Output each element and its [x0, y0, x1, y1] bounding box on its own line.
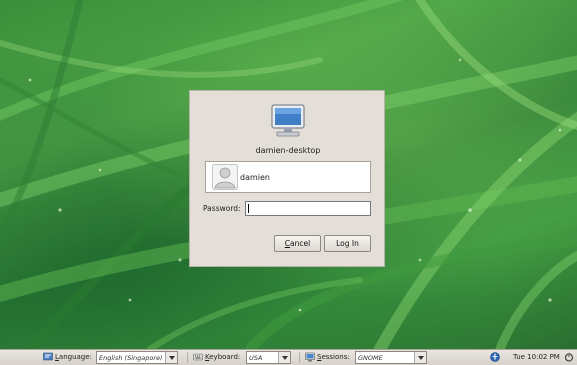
power-icon[interactable] — [564, 352, 574, 362]
password-label: Password: — [203, 204, 241, 213]
clock[interactable]: Tue 10:02 PM — [513, 353, 560, 361]
sessions-label-rest: essions: — [321, 353, 350, 361]
login-dialog: damien-desktop damien Password: Cancel L… — [189, 90, 385, 267]
language-value: English (Singapore) — [99, 354, 163, 362]
chevron-down-icon — [165, 352, 177, 363]
language-select[interactable]: English (Singapore) — [96, 351, 178, 364]
user-list-item[interactable]: damien — [205, 161, 371, 193]
sessions-select[interactable]: GNOME — [355, 351, 427, 364]
keyboard-icon — [193, 353, 203, 361]
panel-separator — [187, 352, 188, 363]
accessibility-icon[interactable] — [490, 352, 500, 362]
cancel-label-rest: ancel — [290, 239, 311, 248]
keyboard-label: Keyboard: — [205, 353, 240, 361]
bottom-panel: Language: English (Singapore) Keyboard: … — [0, 349, 577, 365]
language-icon — [43, 352, 53, 361]
sessions-value: GNOME — [358, 354, 383, 362]
login-button[interactable]: Log In — [324, 235, 371, 252]
panel-separator — [299, 352, 300, 363]
cancel-button[interactable]: Cancel — [274, 235, 321, 252]
session-icon — [305, 352, 315, 362]
sessions-label: Sessions: — [317, 353, 350, 361]
user-avatar-icon — [212, 164, 238, 190]
chevron-down-icon — [414, 352, 426, 363]
user-name: damien — [240, 173, 270, 182]
chevron-down-icon — [278, 352, 290, 363]
hostname-label: damien-desktop — [255, 146, 321, 155]
language-label: Language: — [55, 353, 92, 361]
keyboard-value: USA — [249, 354, 263, 362]
language-label-rest: anguage: — [58, 353, 92, 361]
keyboard-select[interactable]: USA — [246, 351, 291, 364]
computer-icon — [271, 104, 305, 137]
keyboard-label-rest: eyboard: — [209, 353, 241, 361]
password-field[interactable] — [245, 201, 371, 216]
